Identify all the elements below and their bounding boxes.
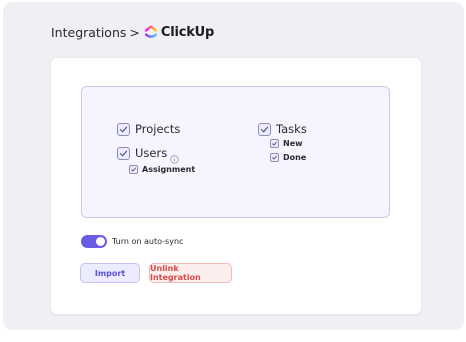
toggle-knob (96, 237, 105, 246)
users-checkbox[interactable]: Users (117, 146, 179, 164)
new-checkbox[interactable]: New (270, 139, 303, 148)
sync-options-panel: Projects Users Assignment Tasks New Done (81, 86, 390, 218)
autosync-row: Turn on auto-sync (81, 235, 183, 248)
done-label: Done (283, 153, 307, 162)
assignment-label: Assignment (142, 165, 196, 174)
clickup-logo-icon (144, 25, 158, 39)
projects-checkbox[interactable]: Projects (117, 122, 180, 136)
unlink-integration-button[interactable]: Unlink Integration (149, 263, 232, 283)
checkmark-icon (119, 150, 128, 156)
checkbox-icon (117, 122, 130, 136)
users-label: Users (135, 146, 168, 160)
checkbox-icon (258, 122, 271, 136)
autosync-label: Turn on auto-sync (112, 237, 184, 246)
checkmark-icon (272, 141, 277, 146)
projects-label: Projects (135, 122, 181, 136)
checkmark-icon (272, 155, 277, 160)
checkmark-icon (131, 167, 136, 172)
checkbox-icon (117, 146, 130, 160)
assignment-checkbox[interactable]: Assignment (129, 165, 195, 174)
new-label: New (283, 139, 303, 148)
breadcrumb-integrations-link[interactable]: Integrations (51, 25, 126, 40)
info-icon[interactable] (170, 149, 179, 164)
import-button[interactable]: Import (80, 263, 140, 283)
checkmark-icon (260, 126, 269, 132)
brand-name: ClickUp (160, 24, 215, 40)
autosync-toggle[interactable] (81, 235, 107, 248)
tasks-label: Tasks (276, 122, 307, 136)
tasks-checkbox[interactable]: Tasks (258, 122, 307, 136)
breadcrumb-separator: > (129, 24, 140, 40)
checkbox-icon (129, 165, 138, 174)
checkbox-icon (270, 153, 279, 162)
integration-settings-container: Integrations > ClickUp Projects Users As… (3, 2, 464, 330)
checkbox-icon (270, 139, 279, 148)
checkmark-icon (119, 126, 128, 132)
done-checkbox[interactable]: Done (270, 153, 306, 162)
breadcrumb: Integrations > ClickUp (51, 21, 214, 43)
integration-card: Projects Users Assignment Tasks New Done… (51, 58, 421, 314)
